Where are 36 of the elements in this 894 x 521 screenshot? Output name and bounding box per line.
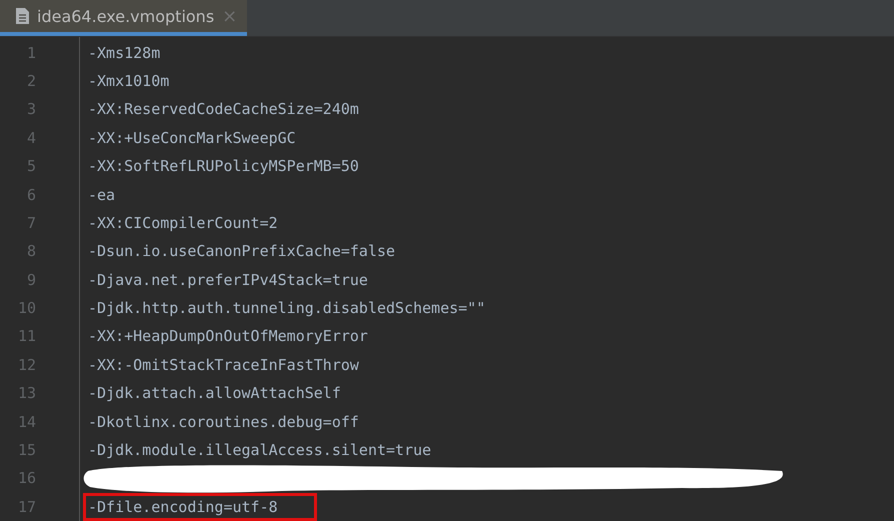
line-number: 16 xyxy=(16,469,37,488)
code-line: -Dfile.encoding=utf-8 xyxy=(88,498,278,516)
code-line: -XX:ReservedCodeCacheSize=240m xyxy=(88,100,359,118)
code-line: -XX:-OmitStackTraceInFastThrow xyxy=(88,356,359,374)
line-number: 4 xyxy=(26,128,37,147)
line-number: 12 xyxy=(16,356,37,374)
line-number: 1 xyxy=(26,44,37,62)
line-number: 2 xyxy=(26,72,37,90)
file-icon xyxy=(16,8,29,24)
line-number: 5 xyxy=(26,157,37,176)
file-tab[interactable]: idea64.exe.vmoptions × xyxy=(0,0,248,36)
line-number: 10 xyxy=(16,299,37,318)
line-number: 9 xyxy=(26,270,37,289)
line-number: 14 xyxy=(16,412,37,431)
line-number: 11 xyxy=(16,327,37,346)
line-number: 17 xyxy=(16,498,37,516)
line-number: 6 xyxy=(26,186,37,204)
code-line: -Xms128m xyxy=(88,44,160,62)
code-line: -XX:+HeapDumpOnOutOfMemoryError xyxy=(88,327,368,346)
code-line: -ea xyxy=(88,186,116,204)
code-line: -Dsun.io.useCanonPrefixCache=false xyxy=(88,242,396,260)
code-line: -Djdk.module.illegalAccess.silent=true xyxy=(88,441,432,460)
line-number: 7 xyxy=(26,214,37,232)
line-number: 15 xyxy=(16,441,37,460)
line-number: 13 xyxy=(16,384,37,402)
code-line: -XX:SoftRefLRUPolicyMSPerMB=50 xyxy=(88,157,359,176)
code-line: -Dkotlinx.coroutines.debug=off xyxy=(88,412,359,431)
line-number: 8 xyxy=(26,242,37,260)
code-line: -XX:+UseConcMarkSweepGC xyxy=(88,128,296,147)
tab-label: idea64.exe.vmoptions xyxy=(37,6,214,26)
code-line: -Xmx1010m xyxy=(88,72,170,90)
code-line: -Djdk.http.auth.tunneling.disabledSchemes="" xyxy=(88,299,486,318)
line-number: 3 xyxy=(26,100,37,118)
code-line: -XX:CICompilerCount=2 xyxy=(88,214,278,232)
code-line: -Djdk.attach.allowAttachSelf xyxy=(88,384,341,402)
code-line: -Djava.net.preferIPv4Stack=true xyxy=(88,270,368,289)
